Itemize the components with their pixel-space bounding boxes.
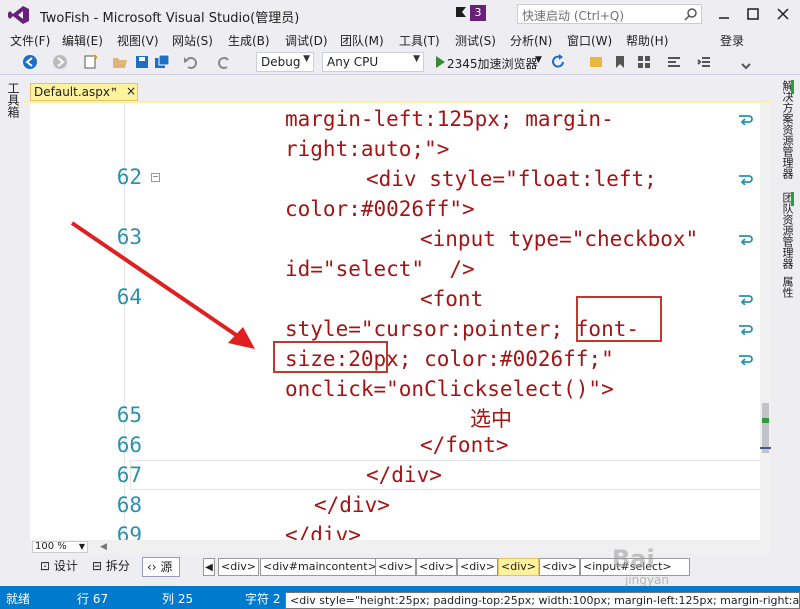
menu-bar: 文件(F) 编辑(E) 视图(V) 网站(S) 生成(B) 调试(D) 团队(M…	[0, 30, 800, 48]
menu-test[interactable]: 测试(S)	[455, 32, 496, 49]
menu-view[interactable]: 视图(V)	[117, 32, 159, 49]
standard-toolbar: Debug ▼ Any CPU ▼ 2345加速浏览器 ▼	[0, 49, 800, 75]
menu-analyze[interactable]: 分析(N)	[510, 32, 552, 49]
undo-icon[interactable]	[183, 54, 199, 70]
scrollbar-thumb[interactable]	[762, 403, 769, 453]
menu-edit[interactable]: 编辑(E)	[62, 32, 103, 49]
tag-nav-item[interactable]: <div>	[457, 558, 498, 576]
design-view-label: 设计	[53, 559, 78, 573]
search-icon	[684, 8, 697, 21]
zoom-value: 100 %	[35, 541, 67, 552]
toolbar-align-icon[interactable]	[666, 54, 682, 70]
title-bar: TwoFish - Microsoft Visual Studio(管理员) 3…	[0, 0, 800, 30]
tab-marker	[791, 80, 794, 94]
chevron-down-icon[interactable]: ▼	[535, 55, 542, 65]
design-view-icon: ⊡	[40, 559, 54, 573]
left-tool-strip: 工具箱	[0, 76, 24, 586]
tag-nav-item[interactable]: <div>	[375, 558, 416, 576]
scrollbar-change-marker	[762, 418, 769, 423]
split-view-button[interactable]: ⊟ 拆分	[88, 557, 132, 577]
zoom-dropdown[interactable]: 100 % ▼	[32, 541, 88, 553]
forward-icon[interactable]	[52, 54, 68, 70]
close-icon[interactable]: ×	[126, 84, 136, 98]
tag-nav-item-selected[interactable]: <div>	[498, 558, 539, 576]
scrollbar-caret-marker	[760, 447, 771, 449]
editor-bottom-bar: 100 % ▼ ◀	[30, 540, 771, 554]
status-char: 字符 2	[245, 592, 281, 606]
right-tool-strip: 解决方案资源管理器 团队资源管理器 属性	[771, 76, 800, 586]
quick-launch-placeholder: 快速启动 (Ctrl+Q)	[522, 9, 625, 23]
tag-nav-item[interactable]: <div>	[539, 558, 580, 576]
refresh-icon[interactable]	[550, 54, 566, 70]
browser-link-icon[interactable]	[588, 54, 604, 70]
open-file-icon[interactable]	[112, 54, 128, 70]
status-row: 行 67	[77, 592, 109, 606]
toolbar-overflow-icon[interactable]	[738, 54, 754, 70]
tag-nav-item[interactable]: <div>	[416, 558, 457, 576]
run-icon[interactable]	[432, 54, 448, 70]
configuration-value: Debug	[261, 55, 301, 69]
split-view-label: 拆分	[105, 559, 130, 573]
redo-icon[interactable]	[216, 54, 232, 70]
code-editor[interactable]: 62 63 64 65 66 67 68 69 − margin-left:12…	[30, 103, 771, 540]
menu-build[interactable]: 生成(B)	[228, 32, 270, 49]
tab-marker	[791, 192, 794, 206]
window-title: TwoFish - Microsoft Visual Studio(管理员)	[40, 11, 300, 26]
feedback-flag-icon[interactable]	[455, 6, 467, 20]
menu-file[interactable]: 文件(F)	[10, 32, 50, 49]
menu-tools[interactable]: 工具(T)	[399, 32, 440, 49]
platform-value: Any CPU	[327, 55, 379, 69]
properties-tab[interactable]: 属性	[779, 276, 795, 298]
tag-tooltip: <div style="height:25px; padding-top:25p…	[285, 592, 800, 609]
tab-label: Default.aspx	[34, 85, 110, 99]
toolbar-grid-icon[interactable]	[636, 54, 652, 70]
menu-window[interactable]: 窗口(W)	[567, 32, 612, 49]
pin-icon[interactable]: ꟸ	[111, 87, 117, 98]
watermark-text: jingyan	[625, 573, 669, 587]
close-icon[interactable]	[772, 4, 794, 24]
menu-debug[interactable]: 调试(D)	[285, 32, 328, 49]
solution-explorer-tab[interactable]: 解决方案资源管理器	[779, 80, 795, 179]
visual-studio-logo-icon	[8, 6, 29, 24]
chevron-down-icon: ▼	[413, 54, 420, 64]
bookmark-icon[interactable]	[612, 54, 628, 70]
menu-help[interactable]: 帮助(H)	[626, 32, 668, 49]
tab-default-aspx[interactable]: Default.aspx ꟸ ×	[30, 83, 138, 101]
run-target-button[interactable]: 2345加速浏览器	[447, 55, 538, 72]
vertical-scrollbar[interactable]	[760, 103, 771, 540]
scroll-left-icon[interactable]: ◀	[100, 542, 107, 552]
design-view-button[interactable]: ⊡ 设计	[36, 557, 80, 577]
status-ready: 就绪	[6, 592, 31, 606]
sign-in-link[interactable]: 登录	[720, 32, 744, 49]
chevron-down-icon: ▼	[303, 54, 310, 64]
minimize-icon[interactable]	[713, 4, 735, 24]
tag-nav-left-icon[interactable]: ◀	[203, 558, 215, 576]
source-view-icon: ‹›	[147, 560, 161, 574]
save-icon[interactable]	[134, 54, 150, 70]
status-col: 列 25	[162, 592, 194, 606]
menu-team[interactable]: 团队(M)	[340, 32, 384, 49]
watermark-logo: Bai	[612, 545, 655, 573]
configuration-dropdown[interactable]: Debug ▼	[256, 52, 314, 72]
notification-badge[interactable]: 3	[470, 5, 486, 21]
tag-nav-item[interactable]: <div>	[218, 558, 259, 576]
tag-nav-item[interactable]: <div#maincontent>	[260, 558, 380, 576]
source-view-label: 源	[160, 560, 173, 574]
quick-launch-input[interactable]: 快速启动 (Ctrl+Q)	[517, 4, 702, 24]
platform-dropdown[interactable]: Any CPU ▼	[322, 52, 424, 72]
chevron-down-icon: ▼	[78, 542, 85, 551]
toolbox-tab[interactable]: 工具箱	[5, 82, 22, 118]
new-project-icon[interactable]	[82, 54, 98, 70]
source-view-button[interactable]: ‹› 源	[142, 557, 180, 577]
menu-website[interactable]: 网站(S)	[172, 32, 213, 49]
annotation-arrow	[70, 221, 255, 349]
back-icon[interactable]	[22, 54, 38, 70]
maximize-icon[interactable]	[742, 4, 764, 24]
toolbar-indent-icon[interactable]	[696, 54, 712, 70]
save-all-icon[interactable]	[154, 54, 170, 70]
split-view-icon: ⊟	[92, 559, 106, 573]
